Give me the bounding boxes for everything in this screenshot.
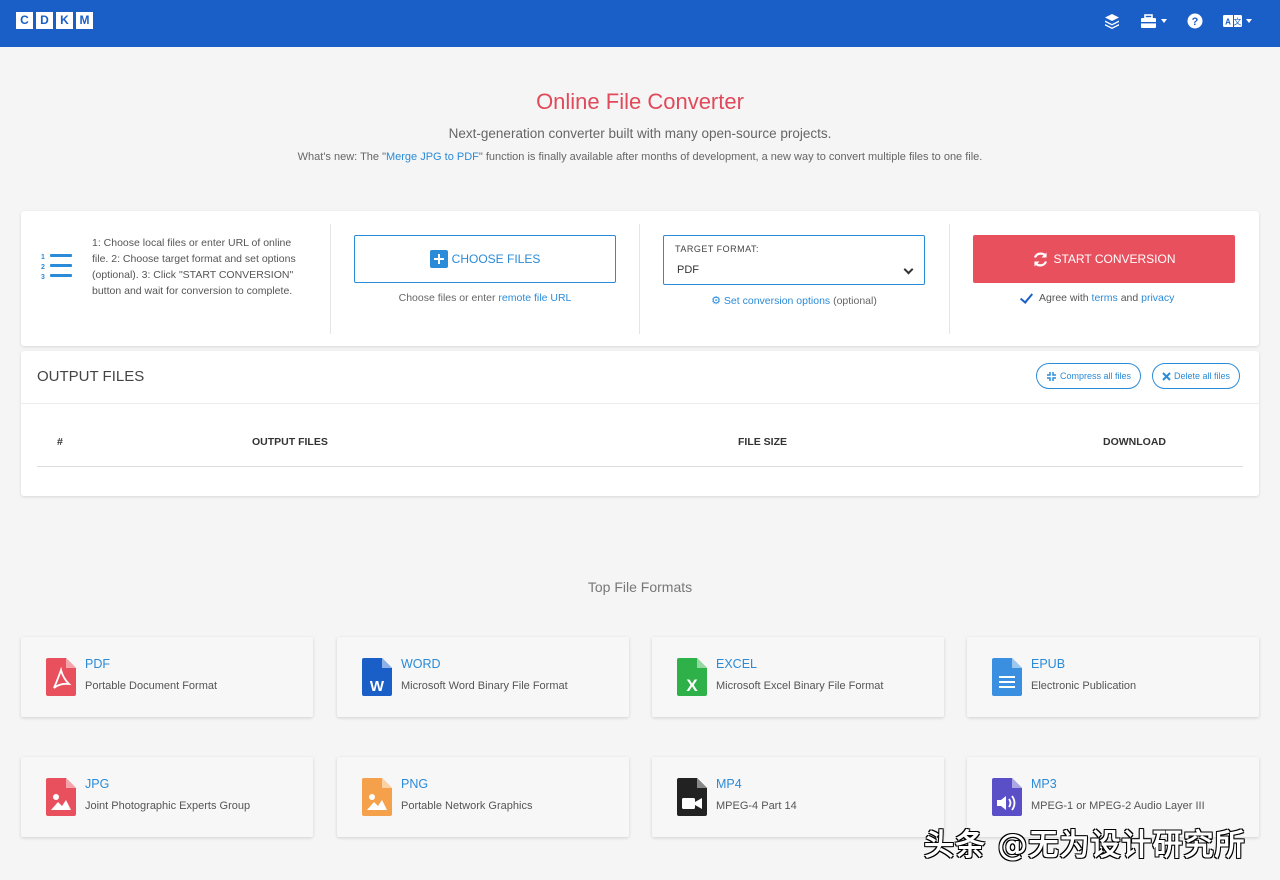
mp3-file-icon	[992, 778, 1022, 816]
top-navbar: C D K M ? A文	[0, 0, 1280, 47]
agree-checkbox[interactable]	[1019, 291, 1033, 305]
start-conversion-label: START CONVERSION	[1053, 252, 1176, 266]
pdf-file-icon	[46, 658, 76, 696]
logo-letter: M	[76, 12, 93, 29]
output-files-panel: OUTPUT FILES Compress all files Delete a…	[21, 351, 1259, 496]
refresh-icon	[1034, 252, 1048, 266]
merge-jpg-to-pdf-link[interactable]: Merge JPG to PDF	[386, 151, 479, 163]
svg-text:3: 3	[41, 274, 45, 281]
svg-text:文: 文	[1234, 17, 1242, 27]
target-format-select[interactable]: TARGET FORMAT: PDF	[663, 235, 925, 285]
mp4-file-icon	[677, 778, 707, 816]
conversion-steps-text: 1: Choose local files or enter URL of on…	[92, 237, 296, 297]
format-description: Portable Network Graphics	[401, 800, 533, 812]
format-name: JPG	[85, 777, 110, 791]
toolbox-icon[interactable]	[1140, 13, 1167, 29]
numbered-list-icon: 1 2 3	[39, 251, 73, 286]
agree-terms-row: Agree with terms and privacy	[1019, 291, 1174, 305]
logo-letter: D	[36, 12, 53, 29]
page-subtitle: Next-generation converter built with man…	[448, 126, 832, 141]
output-files-title: OUTPUT FILES	[37, 368, 145, 385]
svg-text:1: 1	[41, 254, 45, 261]
format-name: PNG	[401, 777, 429, 791]
column-header-download: DOWNLOAD	[1103, 436, 1166, 448]
help-icon[interactable]: ?	[1187, 13, 1203, 29]
target-format-label: TARGET FORMAT:	[675, 244, 760, 254]
format-card-pdf[interactable]: PDF Portable Document Format	[21, 637, 313, 717]
top-file-formats-heading: Top File Formats	[587, 579, 693, 595]
close-icon	[1162, 371, 1171, 381]
divider	[21, 403, 1259, 404]
format-card-mp4[interactable]: MP4 MPEG-4 Part 14	[652, 757, 944, 837]
choose-files-hint: Choose files or enter remote file URL	[398, 292, 572, 304]
column-header-index: #	[57, 436, 63, 448]
svg-text:A: A	[1225, 18, 1231, 27]
column-header-file-size: FILE SIZE	[738, 436, 788, 448]
format-card-png[interactable]: PNG Portable Network Graphics	[337, 757, 629, 837]
converter-panel: 1 2 3 1: Choose local files or enter URL…	[21, 211, 1259, 346]
format-card-excel[interactable]: X EXCEL Microsoft Excel Binary File Form…	[652, 637, 944, 717]
png-file-icon	[362, 778, 392, 816]
whats-new-text: What's new: The "Merge JPG to PDF" funct…	[0, 151, 1280, 163]
svg-text:2: 2	[41, 264, 45, 271]
format-card-epub[interactable]: EPUB Electronic Publication	[967, 637, 1259, 717]
start-conversion-button[interactable]: START CONVERSION	[973, 235, 1235, 283]
column-divider	[949, 224, 950, 334]
format-name: WORD	[401, 657, 441, 671]
page-title: Online File Converter	[536, 89, 744, 114]
conversion-options-line: ⚙ Set conversion options (optional)	[711, 295, 877, 307]
terms-link[interactable]: terms	[1092, 292, 1118, 304]
language-icon[interactable]: A文	[1223, 14, 1252, 28]
format-description: Portable Document Format	[85, 680, 218, 692]
svg-text:W: W	[370, 678, 385, 695]
format-description: Joint Photographic Experts Group	[85, 800, 251, 812]
news-prefix: What's new: The "	[297, 151, 386, 163]
format-description: Microsoft Excel Binary File Format	[716, 680, 884, 692]
table-header-divider	[37, 466, 1243, 467]
column-divider	[330, 224, 331, 334]
epub-file-icon	[992, 658, 1022, 696]
format-card-jpg[interactable]: JPG Joint Photographic Experts Group	[21, 757, 313, 837]
format-description: Microsoft Word Binary File Format	[401, 680, 568, 692]
format-description: MPEG-1 or MPEG-2 Audio Layer III	[1031, 800, 1205, 812]
svg-text:X: X	[686, 676, 698, 695]
column-divider	[639, 224, 640, 334]
remote-file-url-link[interactable]: remote file URL	[498, 292, 571, 304]
compress-all-files-button[interactable]: Compress all files	[1036, 363, 1142, 389]
delete-all-files-button[interactable]: Delete all files	[1152, 363, 1241, 389]
plus-icon	[429, 250, 448, 268]
excel-file-icon: X	[677, 658, 707, 696]
choose-files-button[interactable]: CHOOSE FILES	[354, 235, 616, 283]
site-logo[interactable]: C D K M	[16, 12, 93, 29]
format-description: MPEG-4 Part 14	[716, 800, 797, 812]
logo-letter: K	[56, 12, 73, 29]
format-description: Electronic Publication	[1031, 680, 1137, 692]
format-name: MP3	[1031, 777, 1057, 791]
target-format-value: PDF	[677, 264, 699, 276]
chevron-down-icon	[903, 264, 914, 275]
column-header-output-files: OUTPUT FILES	[252, 436, 328, 448]
word-file-icon: W	[362, 658, 392, 696]
logo-letter: C	[16, 12, 33, 29]
gear-icon: ⚙	[711, 295, 721, 307]
format-name: EXCEL	[716, 657, 757, 671]
set-conversion-options-link[interactable]: Set conversion options	[724, 295, 830, 307]
layers-icon[interactable]	[1104, 13, 1120, 29]
svg-text:?: ?	[1192, 16, 1199, 28]
jpg-file-icon	[46, 778, 76, 816]
privacy-link[interactable]: privacy	[1141, 292, 1174, 304]
news-suffix: " function is finally available after mo…	[478, 151, 983, 163]
format-name: MP4	[716, 777, 742, 791]
format-name: EPUB	[1031, 657, 1066, 671]
choose-files-label: CHOOSE FILES	[451, 252, 541, 266]
compress-icon	[1047, 371, 1056, 381]
watermark-text: 头条 @无为设计研究所	[924, 828, 1246, 863]
format-name: PDF	[85, 657, 110, 671]
format-card-word[interactable]: W WORD Microsoft Word Binary File Format	[337, 637, 629, 717]
